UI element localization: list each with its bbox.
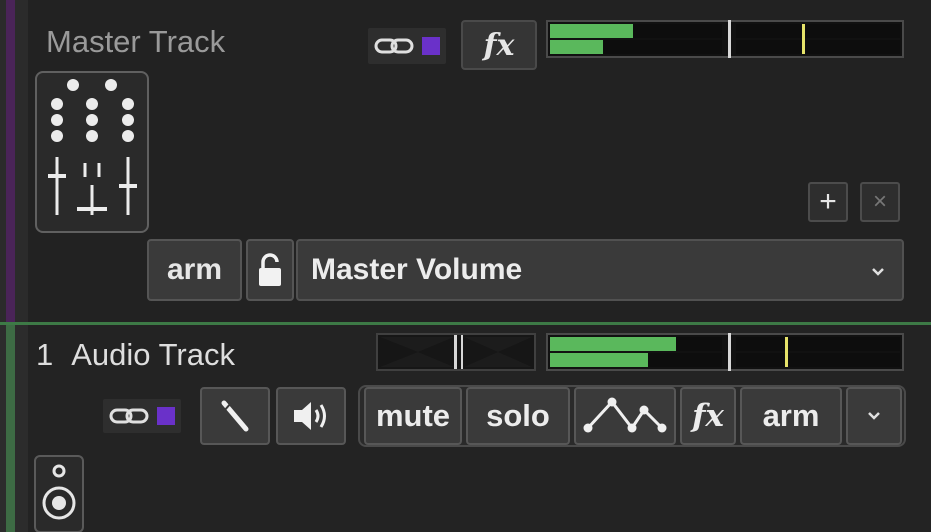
- remove-automation-button[interactable]: ×: [860, 182, 900, 222]
- master-color-swatch[interactable]: [422, 37, 440, 55]
- mixer-icon-button[interactable]: [35, 71, 149, 233]
- solo-label: solo: [486, 398, 550, 433]
- audio-meter-right-fill: [550, 353, 648, 367]
- master-track-title: Master Track: [46, 24, 226, 59]
- solo-button[interactable]: solo: [466, 387, 570, 445]
- speaker-button[interactable]: [276, 387, 346, 445]
- track-options-button[interactable]: [846, 387, 902, 445]
- record-monitor-button[interactable]: [200, 387, 270, 445]
- audio-meter-zero-mark: [728, 333, 731, 371]
- track-number: 1: [36, 337, 54, 372]
- audio-color-swatch[interactable]: [157, 407, 175, 425]
- audio-link-group[interactable]: [103, 399, 181, 433]
- master-track-color-bar: [0, 0, 28, 322]
- link-icon: [109, 408, 149, 424]
- master-meter-right-fill: [550, 40, 603, 54]
- master-track-panel: Master Track fx + × arm Master Volume: [0, 0, 931, 322]
- audio-arm-button[interactable]: arm: [740, 387, 842, 445]
- audio-track-panel: 1 Audio Track mute solo fx arm: [0, 325, 931, 532]
- audio-meter-left-fill: [550, 337, 676, 351]
- master-fx-button[interactable]: fx: [461, 20, 537, 70]
- link-icon: [374, 38, 414, 54]
- speaker-icon: [294, 402, 326, 430]
- chevron-down-icon: [868, 412, 880, 420]
- automation-parameter-dropdown[interactable]: Master Volume: [296, 239, 904, 301]
- io-speaker-icon: [42, 464, 76, 520]
- io-routing-button[interactable]: [34, 455, 84, 532]
- monitor-icon: [221, 400, 249, 432]
- audio-fx-button[interactable]: fx: [680, 387, 736, 445]
- audio-arm-label: arm: [762, 398, 820, 433]
- master-fx-label: fx: [483, 27, 515, 63]
- mute-label: mute: [375, 398, 451, 433]
- chevron-down-icon: [872, 268, 884, 276]
- lock-button[interactable]: [246, 239, 294, 301]
- audio-track-header[interactable]: 1 Audio Track: [36, 337, 235, 373]
- master-meter-peak-mark: [802, 24, 805, 54]
- automation-button[interactable]: [574, 387, 676, 445]
- master-arm-label: arm: [166, 253, 223, 286]
- master-level-meter: [546, 20, 904, 58]
- audio-fx-label: fx: [692, 398, 724, 434]
- lock-icon: [259, 253, 281, 286]
- audio-track-color-bar: [0, 325, 28, 532]
- remove-label: ×: [872, 188, 887, 215]
- master-meter-left-fill: [550, 24, 633, 38]
- mixer-icon: [48, 79, 137, 215]
- dropdown-value: Master Volume: [311, 253, 523, 286]
- master-link-group[interactable]: [368, 28, 446, 64]
- master-meter-zero-mark: [728, 20, 731, 58]
- audio-meter-peak-mark: [785, 337, 788, 367]
- add-automation-button[interactable]: +: [808, 182, 848, 222]
- add-label: +: [819, 185, 837, 218]
- mute-button[interactable]: mute: [364, 387, 462, 445]
- input-meter: [376, 333, 536, 371]
- audio-track-title: Audio Track: [71, 337, 235, 372]
- master-arm-button[interactable]: arm: [147, 239, 242, 301]
- automation-icon: [583, 397, 667, 433]
- audio-level-meter: [546, 333, 904, 371]
